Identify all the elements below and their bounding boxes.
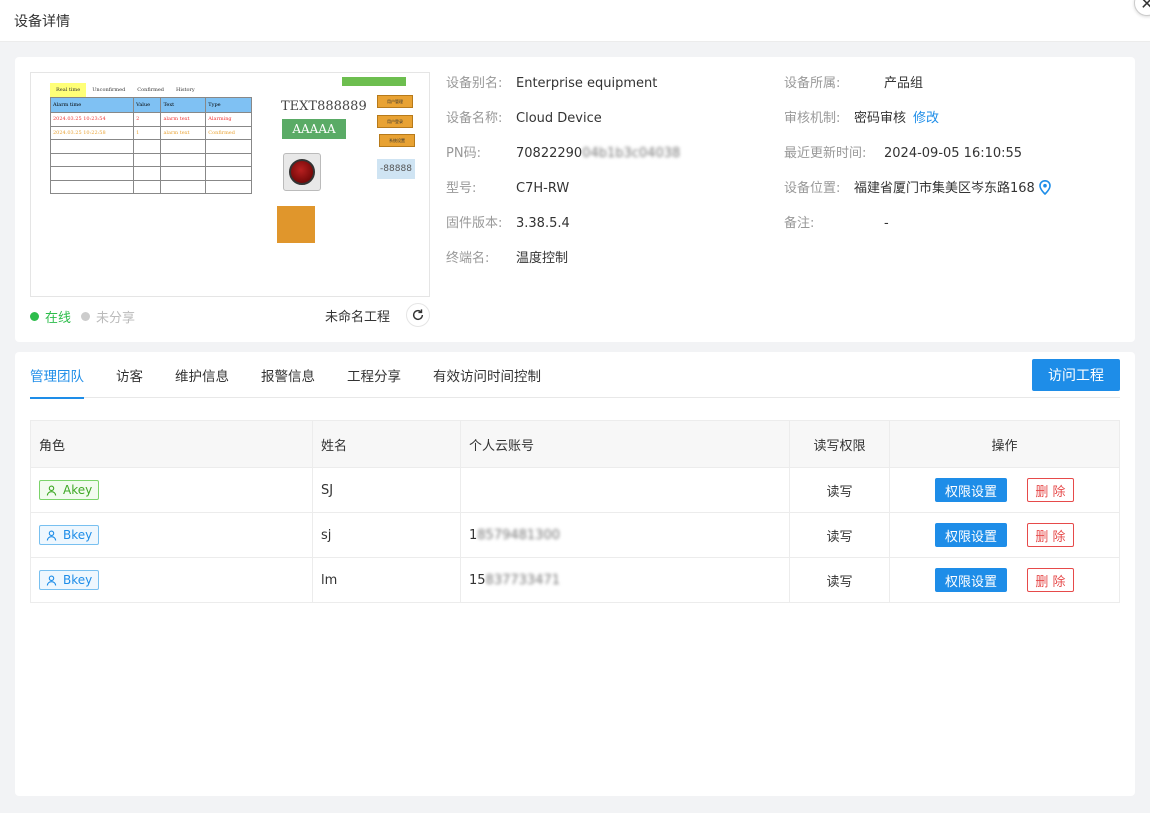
share-status: 未分享	[81, 307, 135, 326]
preview-user-manage-button: 用户管理	[377, 95, 413, 108]
project-name: 未命名工程	[325, 310, 391, 325]
tab-maintenance-info[interactable]: 维护信息	[175, 352, 229, 398]
info-model: 型号: C7H-RW	[446, 181, 570, 196]
header-role: 角色	[30, 420, 313, 468]
permission-settings-button[interactable]: 权限设置	[935, 568, 1007, 592]
header-name: 姓名	[312, 420, 461, 468]
online-status: 在线	[30, 307, 71, 326]
preview-cell: alarm text	[160, 112, 207, 127]
preview-header: Value	[133, 97, 162, 113]
header-actions: 操作	[889, 420, 1120, 468]
actions-cell: 权限设置删 除	[889, 512, 1120, 558]
preview-cell: alarm text	[160, 125, 207, 140]
info-last-update: 最近更新时间: 2024-09-05 16:10:55	[784, 146, 1023, 161]
preview-header: Text	[160, 97, 207, 113]
delete-button[interactable]: 删 除	[1027, 568, 1074, 592]
preview-tab: Confirmed	[137, 87, 164, 93]
tab-alarm-info[interactable]: 报警信息	[261, 352, 315, 398]
name-cell: SJ	[312, 467, 461, 513]
role-tag-akey: Akey	[39, 480, 100, 500]
actions-cell: 权限设置删 除	[889, 557, 1120, 603]
permission-settings-button[interactable]: 权限设置	[935, 478, 1007, 502]
tab-project-share[interactable]: 工程分享	[347, 352, 401, 398]
preview-tab: History	[175, 87, 195, 93]
account-cell: 18579481300	[460, 512, 790, 558]
tab-visitors[interactable]: 访客	[116, 352, 143, 398]
detail-tabs: 管理团队 访客 维护信息 报警信息 工程分享 有效访问时间控制	[30, 352, 1120, 399]
preview-cell: 2	[133, 112, 162, 127]
preview-emergency-knob	[283, 153, 321, 191]
device-info-card: Real time Unconfirmed Confirmed History …	[15, 57, 1135, 342]
account-cell: 15837733471	[460, 557, 790, 603]
delete-button[interactable]: 删 除	[1027, 478, 1074, 502]
preview-text-label: TEXT888889	[281, 99, 367, 114]
preview-alarm-table: Alarm time Value Text Type 2024.03.25 10…	[49, 97, 252, 194]
preview-header: Alarm time	[49, 97, 135, 113]
permission-cell: 读写	[789, 467, 890, 513]
header-permission: 读写权限	[789, 420, 890, 468]
role-tag-bkey: Bkey	[39, 570, 100, 590]
device-info-left: 设备别名: Enterprise equipment 设备名称: Cloud Dev…	[446, 75, 680, 285]
info-device-name: 设备名称: Cloud Device	[446, 111, 602, 126]
info-firmware: 固件版本: 3.38.5.4	[446, 216, 570, 231]
name-cell: lm	[312, 557, 461, 603]
permission-settings-button[interactable]: 权限设置	[935, 523, 1007, 547]
permission-cell: 读写	[789, 557, 890, 603]
preview-green-button: AAAAA	[282, 119, 346, 139]
preview-cell: 1	[133, 125, 162, 140]
modal-header: 设备详情	[0, 0, 1150, 42]
table-row: Bkey lm 15837733471 读写 权限设置删 除	[30, 557, 1120, 603]
tab-management-team[interactable]: 管理团队	[30, 352, 84, 399]
delete-button[interactable]: 删 除	[1027, 523, 1074, 547]
device-info-right: 设备所属: 产品组 审核机制: 密码审核 修改 最近更新时间: 2024-09-05 1…	[784, 75, 1051, 250]
preview-alarm-tabs: Real time Unconfirmed Confirmed History	[50, 83, 201, 97]
team-card: 管理团队 访客 维护信息 报警信息 工程分享 有效访问时间控制 访问工程 角色 …	[15, 352, 1135, 796]
permission-cell: 读写	[789, 512, 890, 558]
preview-cell: Confirmed	[205, 125, 252, 140]
header-account: 个人云账号	[460, 420, 790, 468]
info-location: 设备位置: 福建省厦门市集美区岑东路168	[784, 180, 1051, 215]
name-cell: sj	[312, 512, 461, 558]
unshared-label: 未分享	[96, 311, 136, 326]
refresh-icon[interactable]	[406, 303, 430, 327]
info-remark: 备注: -	[784, 216, 889, 231]
location-pin-icon[interactable]	[1039, 180, 1051, 195]
preview-cell: 2024.03.25 10:23:54	[49, 112, 135, 127]
preview-orange-block	[277, 206, 315, 243]
info-audit-mechanism: 审核机制: 密码审核 修改	[784, 110, 940, 128]
preview-tab: Real time	[50, 83, 87, 97]
team-table: 角色 姓名 个人云账号 读写权限 操作 Akey SJ 读写 权限设置删 除 B…	[30, 420, 1120, 603]
tab-access-time-control[interactable]: 有效访问时间控制	[433, 352, 541, 398]
project-preview[interactable]: Real time Unconfirmed Confirmed History …	[30, 72, 430, 297]
device-status: 在线 未分享	[30, 307, 135, 326]
table-row: Bkey sj 18579481300 读写 权限设置删 除	[30, 512, 1120, 558]
visit-project-button[interactable]: 访问工程	[1032, 359, 1120, 391]
info-pn-code: PN码: 70822290 04b1b3c04038	[446, 146, 681, 161]
preview-cell: 2024.03.25 10:22:58	[49, 125, 135, 140]
table-header-row: 角色 姓名 个人云账号 读写权限 操作	[30, 420, 1120, 468]
account-cell	[460, 467, 790, 513]
preview-green-bar	[342, 77, 406, 86]
modify-link[interactable]: 修改	[913, 110, 939, 128]
info-terminal-name: 终端名: 温度控制	[446, 251, 569, 266]
actions-cell: 权限设置删 除	[889, 467, 1120, 513]
role-tag-bkey: Bkey	[39, 525, 100, 545]
device-detail-modal: 设备详情 ✕ Real time Unconfirmed Confirmed H…	[0, 0, 1150, 813]
table-row: Akey SJ 读写 权限设置删 除	[30, 467, 1120, 513]
preview-system-settings-button: 系统设置	[379, 134, 415, 147]
preview-cell: Alarming	[205, 112, 252, 127]
preview-tab: Unconfirmed	[92, 87, 126, 93]
info-owner-group: 设备所属: 产品组	[784, 76, 924, 91]
online-label: 在线	[45, 311, 72, 326]
preview-user-login-button: 用户登录	[377, 115, 413, 128]
info-alias: 设备别名: Enterprise equipment	[446, 76, 658, 91]
preview-number-display: -88888	[377, 159, 415, 179]
preview-header: Type	[205, 97, 252, 113]
modal-title: 设备详情	[14, 13, 70, 30]
